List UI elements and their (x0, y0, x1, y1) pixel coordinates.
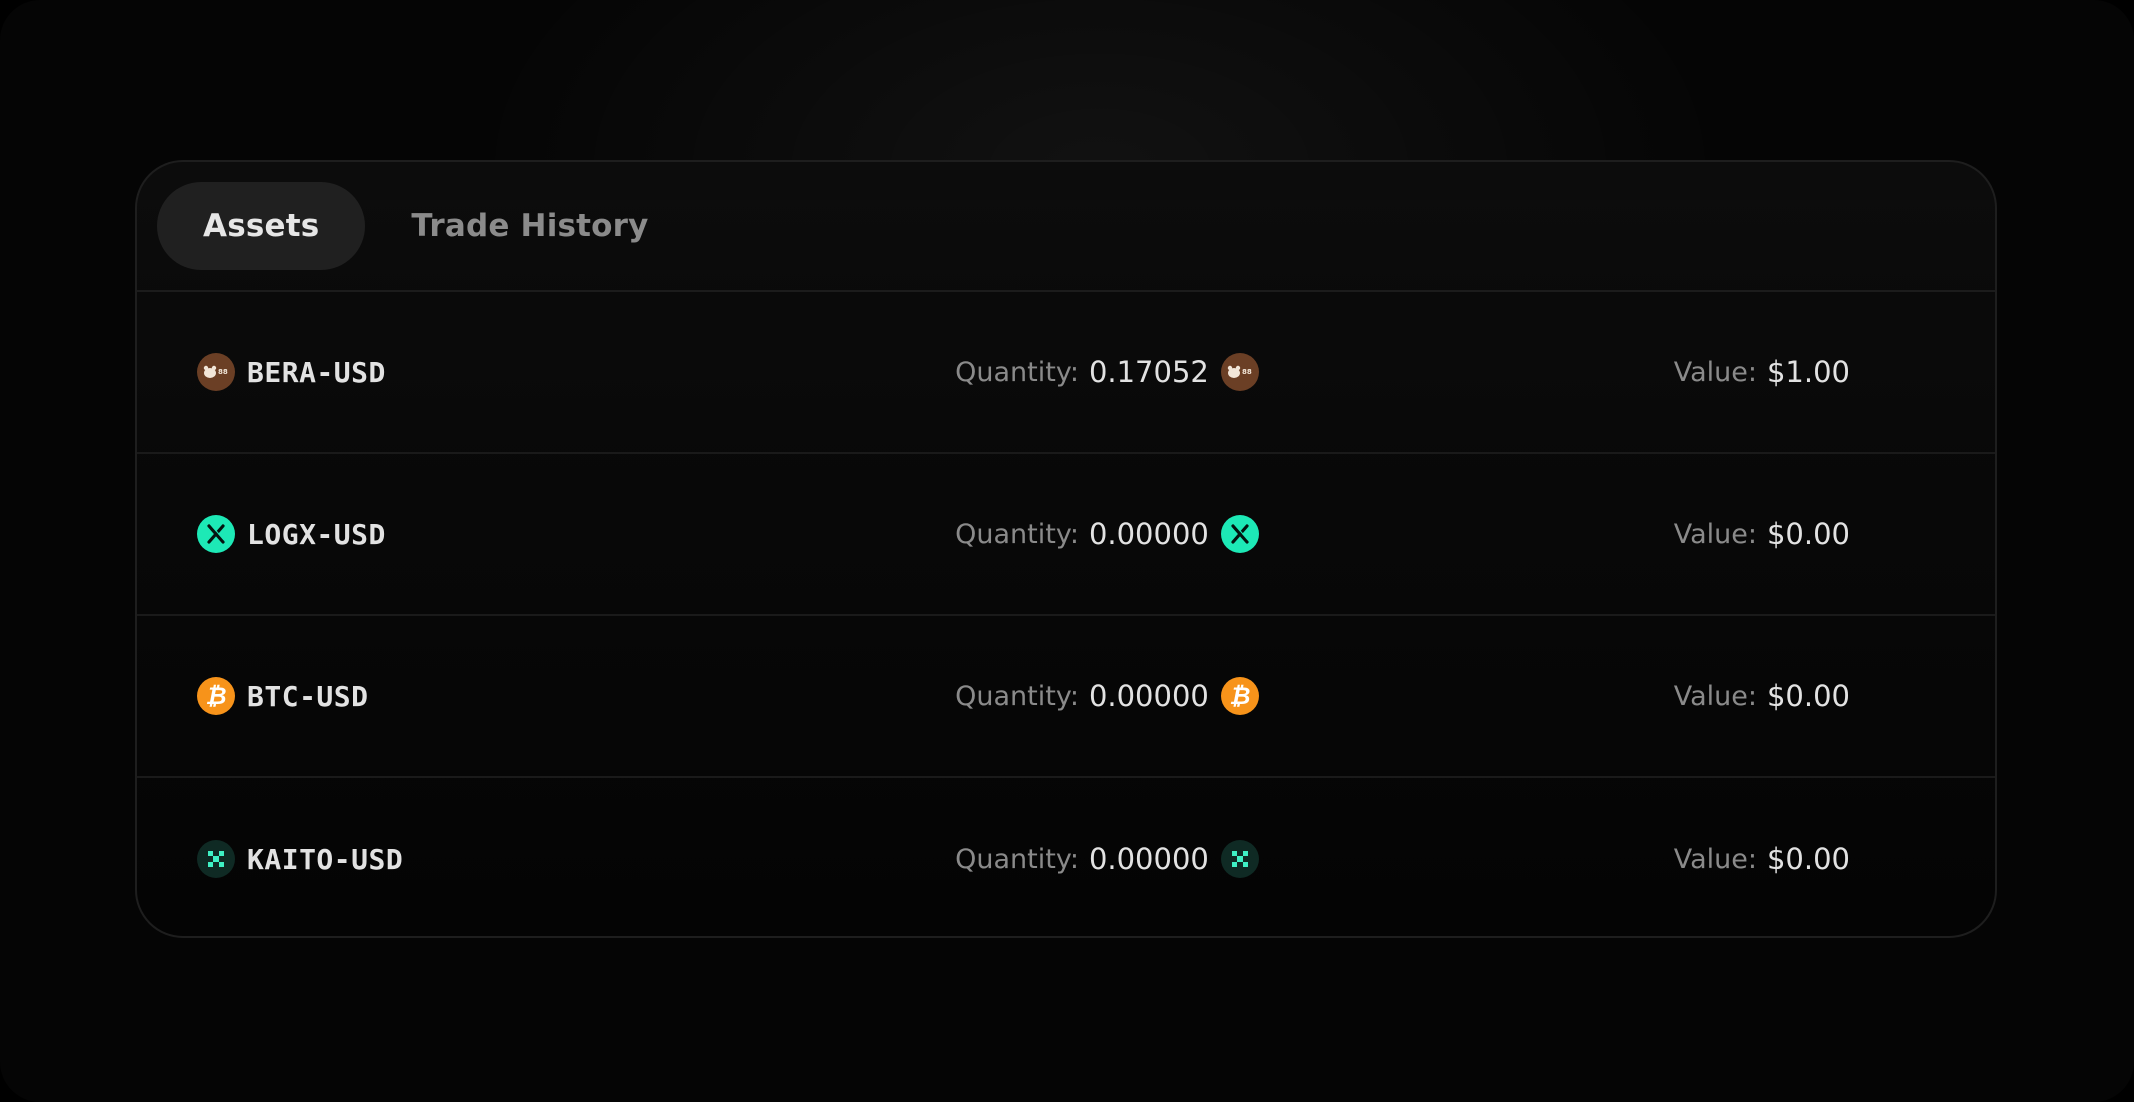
value-cell: Value: $0.00 (1673, 778, 1850, 936)
quantity-label: Quantity: (955, 356, 1079, 388)
quantity-value: 0.17052 (1088, 355, 1209, 389)
asset-pair: LOGX-USD (197, 454, 386, 614)
value-amount: $0.00 (1766, 842, 1850, 876)
quantity-cell: Quantity: 0.00000 (897, 454, 1317, 614)
quantity-label: Quantity: (955, 518, 1079, 550)
logx-icon (197, 515, 235, 553)
asset-pair: 88 BERA-USD (197, 292, 386, 452)
asset-pair: KAITO-USD (197, 778, 404, 936)
bitcoin-icon: ₿ (197, 677, 235, 715)
asset-row[interactable]: LOGX-USD Quantity: 0.00000 Value: $0.00 (137, 454, 1995, 616)
asset-row[interactable]: 88 BERA-USD Quantity: 0.17052 88 Value: … (137, 292, 1995, 454)
quantity-cell: Quantity: 0.00000 (897, 778, 1317, 936)
asset-pair: ₿ BTC-USD (197, 616, 369, 776)
kaito-icon (1220, 840, 1259, 878)
quantity-cell: Quantity: 0.17052 88 (897, 292, 1317, 452)
tab-bar: Assets Trade History (137, 162, 1995, 292)
pair-name: BTC-USD (247, 679, 369, 713)
value-label: Value: (1673, 356, 1757, 388)
tab-trade-history[interactable]: Trade History (365, 182, 694, 270)
tab-assets[interactable]: Assets (157, 182, 366, 270)
kaito-icon (197, 840, 235, 878)
value-amount: $0.00 (1766, 679, 1850, 713)
value-amount: $0.00 (1766, 517, 1850, 551)
svg-text:88: 88 (218, 368, 228, 376)
value-amount: $1.00 (1766, 355, 1850, 389)
asset-row[interactable]: ₿ BTC-USD Quantity: 0.00000 ₿ Value: $0.… (137, 616, 1995, 778)
pair-name: KAITO-USD (247, 842, 404, 876)
quantity-cell: Quantity: 0.00000 ₿ (897, 616, 1317, 776)
quantity-value: 0.00000 (1088, 517, 1209, 551)
logx-icon (1220, 515, 1259, 553)
value-label: Value: (1673, 680, 1757, 712)
bera-icon: 88 (1220, 353, 1259, 391)
portfolio-panel: Assets Trade History 88 BERA-USD Quantit… (135, 160, 1997, 938)
quantity-value: 0.00000 (1088, 842, 1209, 876)
bera-icon: 88 (197, 353, 235, 391)
value-label: Value: (1673, 518, 1757, 550)
value-label: Value: (1673, 843, 1757, 875)
pair-name: LOGX-USD (247, 517, 386, 551)
quantity-value: 0.00000 (1088, 679, 1209, 713)
quantity-label: Quantity: (955, 843, 1079, 875)
value-cell: Value: $0.00 (1674, 616, 1850, 776)
quantity-label: Quantity: (955, 680, 1079, 712)
app-frame: Assets Trade History 88 BERA-USD Quantit… (0, 0, 2134, 1102)
svg-text:88: 88 (1242, 368, 1252, 376)
bitcoin-icon: ₿ (1220, 677, 1259, 715)
value-cell: Value: $0.00 (1674, 454, 1850, 614)
asset-row[interactable]: KAITO-USD Quantity: 0.00000 Value: $0.00 (137, 778, 1995, 936)
pair-name: BERA-USD (247, 355, 386, 389)
value-cell: Value: $1.00 (1674, 292, 1850, 452)
